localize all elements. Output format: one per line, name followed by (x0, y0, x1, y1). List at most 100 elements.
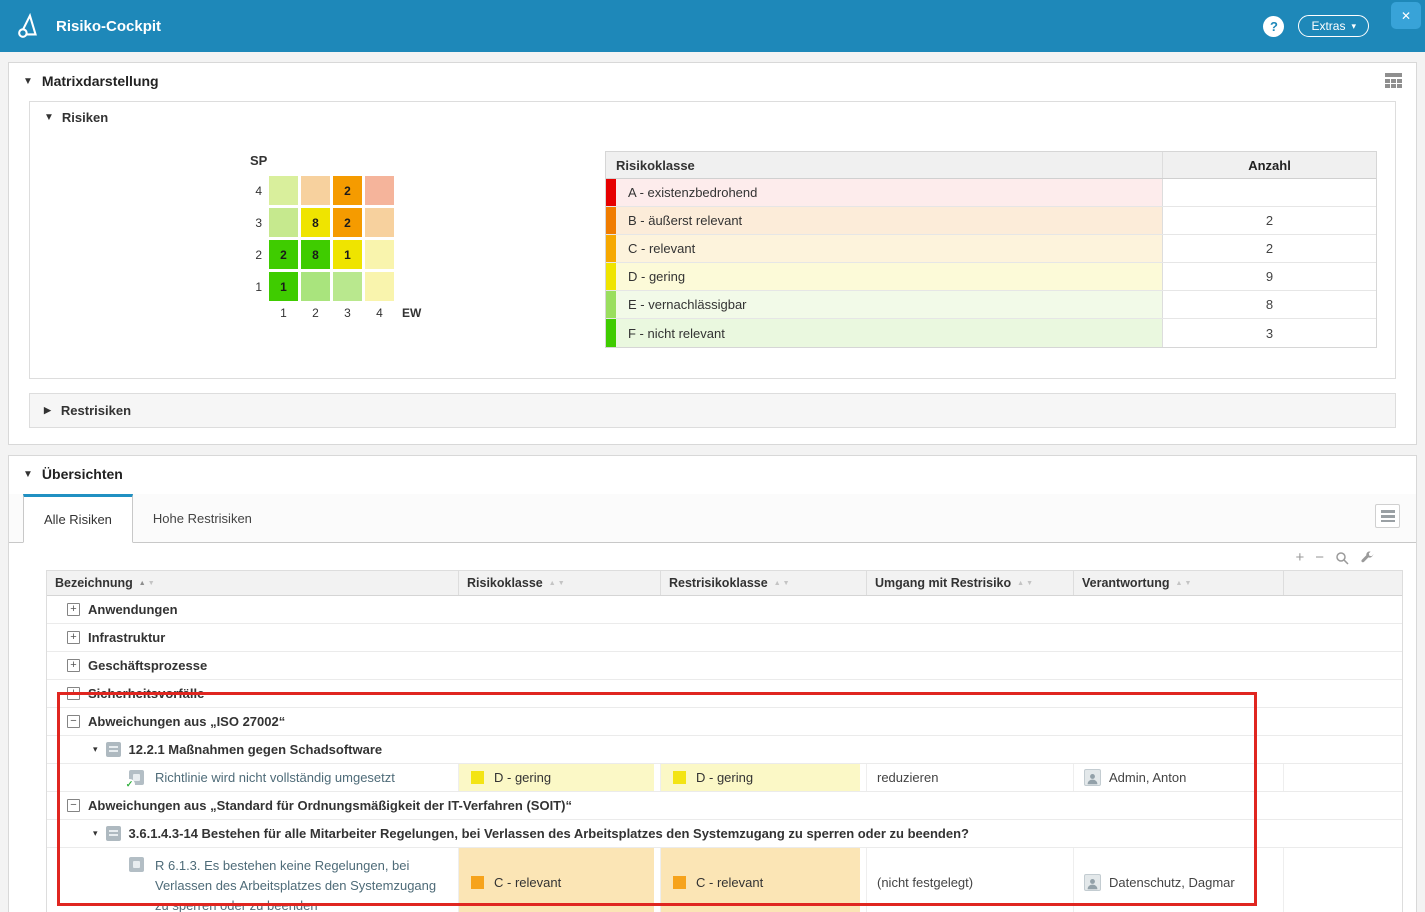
risk-class-chip: C - relevant (459, 848, 654, 912)
matrix-cell[interactable]: 8 (301, 240, 330, 269)
risk-class-header-label: Risikoklasse (606, 152, 1162, 178)
matrix-row-label: 2 (255, 248, 266, 262)
collapse-icon[interactable]: − (67, 799, 80, 812)
overview-section-header[interactable]: ▼ Übersichten (9, 456, 1416, 492)
table-row-group[interactable]: + Geschäftsprozesse (47, 652, 1402, 680)
matrix-cell[interactable] (269, 208, 298, 237)
item-label: 3.6.1.4.3-14 Bestehen für alle Mitarbeit… (129, 826, 969, 841)
expand-icon[interactable]: + (67, 603, 80, 616)
overview-table: Bezeichnung ▲▼ Risikoklasse ▲▼ Restrisik… (46, 570, 1403, 912)
risk-class-color-bar (606, 319, 616, 347)
column-header-bezeichnung[interactable]: Bezeichnung ▲▼ (47, 571, 459, 595)
matrix-cell[interactable] (301, 176, 330, 205)
column-label: Risikoklasse (467, 576, 543, 590)
column-label: Bezeichnung (55, 576, 133, 590)
tab-hohe-restrisiken[interactable]: Hohe Restrisiken (133, 494, 272, 542)
restrisiken-header[interactable]: ▶ Restrisiken (29, 393, 1396, 428)
risk-class-table-header: Risikoklasse Anzahl (606, 152, 1376, 179)
sort-icons: ▲▼ (549, 580, 565, 587)
residual-risk-class-value: D - gering (696, 770, 753, 785)
residual-risk-class-chip: C - relevant (661, 848, 860, 912)
matrix-cell[interactable]: 2 (333, 176, 362, 205)
document-icon (106, 826, 121, 841)
document-icon (106, 742, 121, 757)
expand-icon[interactable]: + (67, 631, 80, 644)
risk-class-color-square (673, 876, 686, 889)
risk-class-color-bar (606, 235, 616, 262)
matrix-cell[interactable] (365, 240, 394, 269)
check-icon: ✓ (124, 779, 135, 790)
risk-class-row: B - äußerst relevant 2 (606, 207, 1376, 235)
risk-class-row: E - vernachlässigbar 8 (606, 291, 1376, 319)
matrix-cell[interactable] (269, 176, 298, 205)
risiken-panel-header[interactable]: ▼ Risiken (30, 102, 1395, 133)
add-icon[interactable]: + (1295, 550, 1304, 565)
grid-toolbar: + − (9, 543, 1416, 570)
matrix-view-icon[interactable] (1383, 71, 1404, 93)
help-button[interactable]: ? (1263, 16, 1284, 37)
collapse-icon[interactable]: ▾ (93, 744, 98, 755)
risk-label: R 6.1.3. Es bestehen keine Regelungen, b… (155, 856, 448, 912)
matrix-cell[interactable]: 2 (269, 240, 298, 269)
column-label: Verantwortung (1082, 576, 1170, 590)
overview-section-title: Übersichten (42, 466, 123, 482)
responsible-person: Datenschutz, Dagmar (1109, 875, 1235, 890)
table-row-item[interactable]: ▾ 12.2.1 Maßnahmen gegen Schadsoftware (47, 736, 1402, 764)
table-row-item[interactable]: ▾ 3.6.1.4.3-14 Bestehen für alle Mitarbe… (47, 820, 1402, 848)
search-icon[interactable] (1335, 551, 1349, 565)
matrix-cell[interactable]: 8 (301, 208, 330, 237)
matrix-cell[interactable] (365, 208, 394, 237)
table-row-risk[interactable]: ✓ Richtlinie wird nicht vollständig umge… (47, 764, 1402, 792)
tab-alle-risiken[interactable]: Alle Risiken (23, 494, 133, 543)
risk-class-color-bar (606, 207, 616, 234)
risk-class-value: C - relevant (494, 875, 561, 890)
risk-class-count: 3 (1162, 319, 1376, 347)
collapse-icon: ▼ (23, 469, 33, 480)
risiken-content: SP 4 2 3 8 2 2 2 8 1 1 (30, 133, 1395, 378)
matrix-row-label: 4 (255, 184, 266, 198)
expand-icon[interactable]: + (67, 659, 80, 672)
x-axis-label: EW (402, 306, 421, 320)
list-view-icon[interactable] (1375, 504, 1400, 528)
extras-button[interactable]: Extras ▾ (1298, 15, 1369, 37)
expand-icon[interactable]: + (67, 687, 80, 700)
expand-icon: ▶ (44, 405, 51, 416)
avatar-icon (1084, 874, 1101, 891)
app-logo-icon (14, 11, 44, 41)
risk-class-count (1162, 179, 1376, 206)
column-header-filler (1284, 571, 1402, 595)
matrix-cell[interactable] (301, 272, 330, 301)
risk-matrix: SP 4 2 3 8 2 2 2 8 1 1 (246, 149, 461, 348)
close-button[interactable]: ✕ (1391, 2, 1421, 29)
table-row-group[interactable]: − Abweichungen aus „ISO 27002“ (47, 708, 1402, 736)
matrix-cell[interactable] (365, 272, 394, 301)
collapse-icon[interactable]: − (67, 715, 80, 728)
group-label: Infrastruktur (88, 630, 165, 645)
matrix-cell[interactable]: 1 (333, 240, 362, 269)
group-label: Geschäftsprozesse (88, 658, 207, 673)
avatar-icon (1084, 769, 1101, 786)
matrix-section-header[interactable]: ▼ Matrixdarstellung (9, 63, 1416, 99)
column-label: Restrisikoklasse (669, 576, 768, 590)
sort-icons: ▲▼ (1017, 580, 1033, 587)
wrench-icon[interactable] (1360, 551, 1374, 565)
matrix-cell[interactable] (333, 272, 362, 301)
table-row-group[interactable]: + Sicherheitsvorfälle (47, 680, 1402, 708)
column-header-verantwortung[interactable]: Verantwortung ▲▼ (1074, 571, 1284, 595)
table-row-risk[interactable]: R 6.1.3. Es bestehen keine Regelungen, b… (47, 848, 1402, 912)
table-row-group[interactable]: − Abweichungen aus „Standard für Ordnung… (47, 792, 1402, 820)
collapse-icon[interactable]: ▾ (93, 828, 98, 839)
table-row-group[interactable]: + Infrastruktur (47, 624, 1402, 652)
matrix-cell[interactable] (365, 176, 394, 205)
column-header-risikoklasse[interactable]: Risikoklasse ▲▼ (459, 571, 661, 595)
risk-class-label: F - nicht relevant (616, 319, 1162, 347)
column-header-restrisikoklasse[interactable]: Restrisikoklasse ▲▼ (661, 571, 867, 595)
matrix-cell[interactable]: 2 (333, 208, 362, 237)
matrix-cell[interactable]: 1 (269, 272, 298, 301)
y-axis-label: SP (250, 153, 461, 168)
risk-class-label: B - äußerst relevant (616, 207, 1162, 234)
column-header-umgang[interactable]: Umgang mit Restrisiko ▲▼ (867, 571, 1074, 595)
remove-icon[interactable]: − (1315, 550, 1324, 565)
matrix-section: ▼ Matrixdarstellung ▼ Risiken SP 4 2 (8, 62, 1417, 445)
table-row-group[interactable]: + Anwendungen (47, 596, 1402, 624)
